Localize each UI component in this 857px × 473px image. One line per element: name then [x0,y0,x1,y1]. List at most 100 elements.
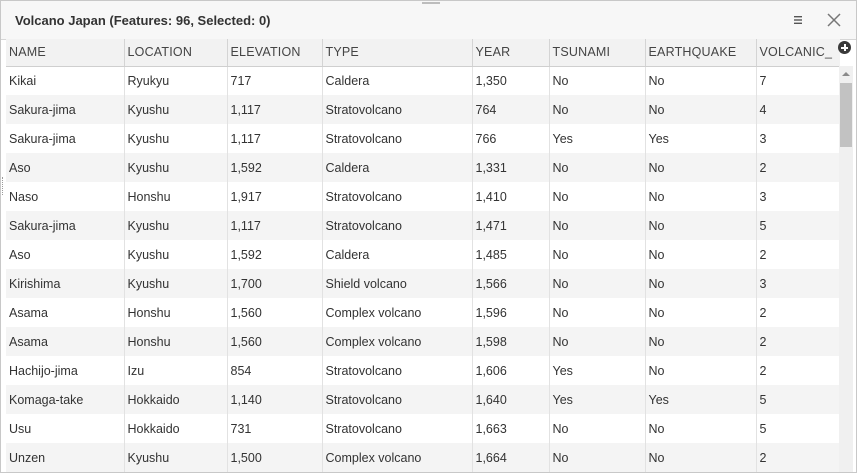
table-row[interactable]: Kirishima Kyushu 1,700 Shield volcano 1,566 N… [6,269,840,298]
cell-location: Honshu [124,182,228,211]
column-header-name[interactable]: NAME [6,39,125,67]
cell-earthquake: No [645,356,757,385]
cell-name: Aso [6,153,125,182]
attribute-table-panel: Volcano Japan (Features: 96, Selected: 0… [0,0,857,473]
cell-volcanic: 7 [756,66,840,95]
panel-title: Volcano Japan (Features: 96, Selected: 0… [15,13,271,28]
scroll-up-arrow-icon[interactable] [839,66,853,82]
cell-earthquake: No [645,240,757,269]
cell-earthquake: No [645,153,757,182]
resize-handle-left[interactable] [2,177,4,195]
scrollbar-thumb[interactable] [840,83,852,147]
table-row[interactable]: Usu Hokkaido 731 Stratovolcano 1,663 No No 5 [6,414,840,443]
cell-earthquake: No [645,269,757,298]
cell-earthquake: No [645,414,757,443]
cell-elevation: 1,592 [227,240,323,269]
cell-name: Sakura-jima [6,95,125,124]
cell-tsunami: Yes [549,124,646,153]
cell-volcanic: 2 [756,327,840,356]
cell-name: Aso [6,240,125,269]
table-row[interactable]: Aso Kyushu 1,592 Caldera 1,485 No No 2 [6,240,840,269]
cell-location: Izu [124,356,228,385]
table-row[interactable]: Komaga-take Hokkaido 1,140 Stratovolcano 1,6… [6,385,840,414]
table-row[interactable]: Sakura-jima Kyushu 1,117 Stratovolcano 1,471… [6,211,840,240]
cell-location: Kyushu [124,269,228,298]
cell-location: Hokkaido [124,385,228,414]
cell-earthquake: No [645,211,757,240]
cell-earthquake: No [645,443,757,472]
cell-location: Kyushu [124,443,228,472]
cell-earthquake: Yes [645,385,757,414]
panel-title-bar: Volcano Japan (Features: 96, Selected: 0… [1,1,856,40]
cell-elevation: 1,592 [227,153,323,182]
resize-handle-top[interactable] [422,2,440,4]
vertical-scrollbar[interactable] [839,66,853,472]
cell-elevation: 717 [227,66,323,95]
cell-type: Caldera [322,240,473,269]
cell-tsunami: No [549,211,646,240]
cell-earthquake: No [645,298,757,327]
cell-year: 1,606 [472,356,550,385]
cell-tsunami: No [549,182,646,211]
cell-year: 1,598 [472,327,550,356]
cell-earthquake: No [645,182,757,211]
cell-volcanic: 3 [756,124,840,153]
cell-year: 1,663 [472,414,550,443]
cell-location: Kyushu [124,240,228,269]
cell-volcanic: 2 [756,240,840,269]
cell-tsunami: No [549,95,646,124]
cell-volcanic: 2 [756,298,840,327]
cell-location: Kyushu [124,95,228,124]
cell-year: 1,596 [472,298,550,327]
cell-tsunami: No [549,66,646,95]
cell-year: 764 [472,95,550,124]
table-row[interactable]: Asama Honshu 1,560 Complex volcano 1,596 No No… [6,298,840,327]
cell-name: Asama [6,327,125,356]
table-row[interactable]: Naso Honshu 1,917 Stratovolcano 1,410 No No 3 [6,182,840,211]
table-row[interactable]: Sakura-jima Kyushu 1,117 Stratovolcano 764 No… [6,95,840,124]
column-header-type[interactable]: TYPE [322,39,473,67]
cell-name: Naso [6,182,125,211]
cell-volcanic: 3 [756,269,840,298]
table-row[interactable]: Sakura-jima Kyushu 1,117 Stratovolcano 766 Ye… [6,124,840,153]
table-row[interactable]: Aso Kyushu 1,592 Caldera 1,331 No No 2 [6,153,840,182]
attribute-grid: NAME LOCATION ELEVATION TYPE YEAR TSUNAM… [6,39,840,472]
cell-name: Hachijo-jima [6,356,125,385]
column-header-earthquake[interactable]: EARTHQUAKE [645,39,757,67]
cell-tsunami: Yes [549,356,646,385]
cell-elevation: 1,560 [227,327,323,356]
table-row[interactable]: Asama Honshu 1,560 Complex volcano 1,598 No No… [6,327,840,356]
cell-year: 1,410 [472,182,550,211]
column-header-year[interactable]: YEAR [472,39,550,67]
cell-type: Complex volcano [322,443,473,472]
hamburger-menu-icon[interactable] [790,12,806,28]
column-header-location[interactable]: LOCATION [124,39,228,67]
cell-earthquake: No [645,327,757,356]
cell-type: Shield volcano [322,269,473,298]
cell-name: Sakura-jima [6,124,125,153]
cell-type: Stratovolcano [322,95,473,124]
table-row[interactable]: Hachijo-jima Izu 854 Stratovolcano 1,606 Yes N… [6,356,840,385]
table-row[interactable]: Kikai Ryukyu 717 Caldera 1,350 No No 7 [6,66,840,95]
cell-name: Asama [6,298,125,327]
cell-volcanic: 2 [756,153,840,182]
cell-volcanic: 5 [756,211,840,240]
cell-type: Complex volcano [322,327,473,356]
cell-volcanic: 2 [756,356,840,385]
close-icon[interactable] [826,12,842,28]
table-row[interactable]: Unzen Kyushu 1,500 Complex volcano 1,664 No No… [6,443,840,472]
header-row: NAME LOCATION ELEVATION TYPE YEAR TSUNAM… [6,39,840,67]
cell-elevation: 731 [227,414,323,443]
cell-elevation: 1,117 [227,211,323,240]
column-header-volcanic[interactable]: VOLCANIC_ [756,39,840,67]
column-header-tsunami[interactable]: TSUNAMI [549,39,646,67]
cell-year: 1,485 [472,240,550,269]
cell-name: Komaga-take [6,385,125,414]
cell-elevation: 1,117 [227,124,323,153]
column-header-elevation[interactable]: ELEVATION [227,39,323,67]
cell-elevation: 1,560 [227,298,323,327]
cell-location: Hokkaido [124,414,228,443]
cell-elevation: 1,500 [227,443,323,472]
plus-circle-icon[interactable] [838,41,851,54]
cell-type: Stratovolcano [322,211,473,240]
